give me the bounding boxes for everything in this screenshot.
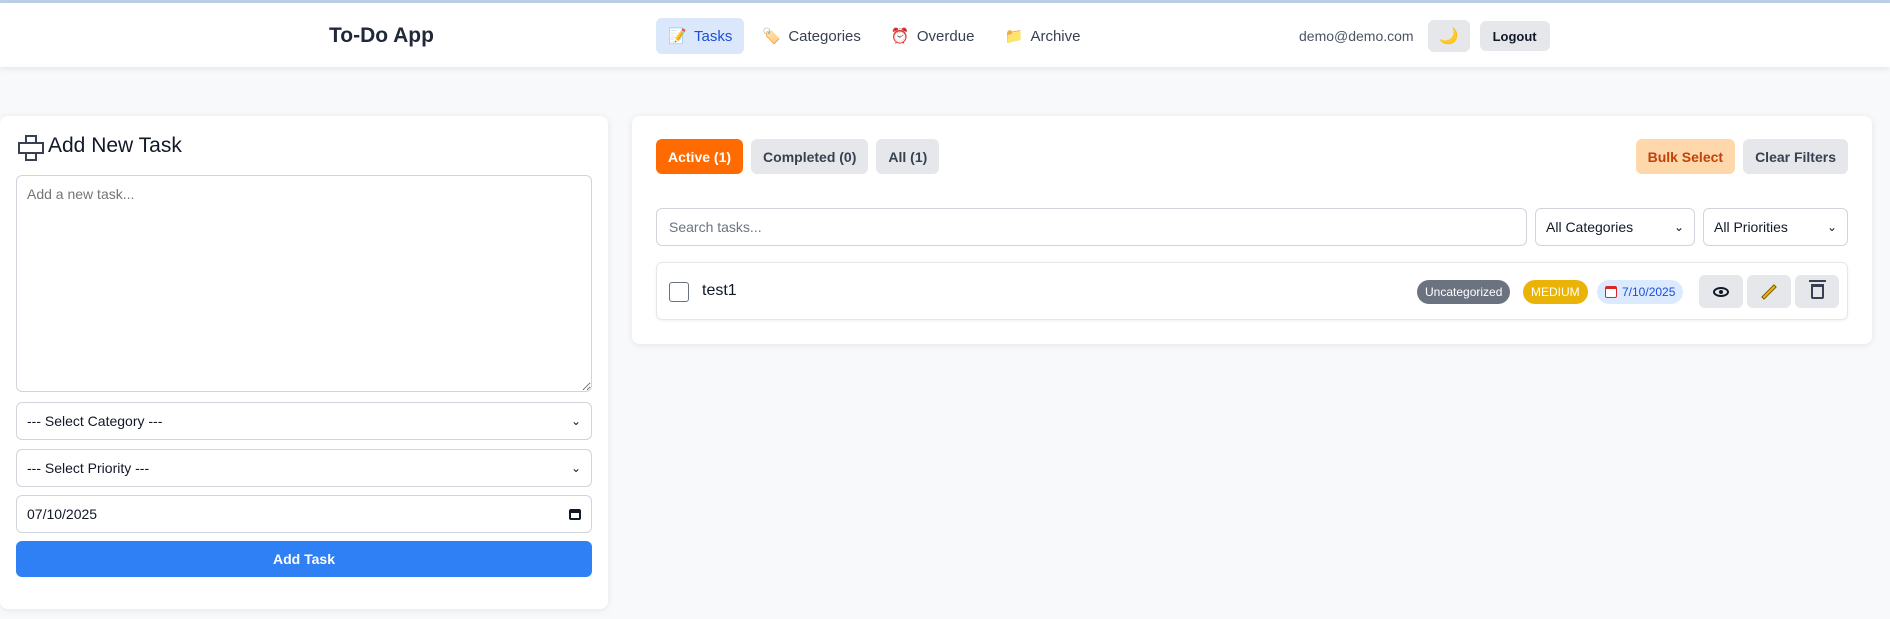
task-title: test1 [702, 282, 737, 299]
folder-icon: 📁 [1004, 28, 1024, 45]
chevron-down-icon: ⌄ [570, 414, 581, 428]
task-status-tabs: Active (1) Completed (0) All (1) [656, 139, 940, 174]
nav-archive-label: Archive [1030, 27, 1081, 45]
eye-icon [1713, 286, 1729, 297]
category-select-value: --- Select Category --- [27, 413, 163, 429]
plus-icon [18, 135, 44, 161]
task-row: test1 Uncategorized MEDIUM 7/10/2025 [656, 262, 1848, 320]
tag-icon: 🏷️ [762, 28, 782, 45]
add-task-card: Add New Task --- Select Category --- ⌄ -… [0, 116, 608, 609]
pencil-icon [1761, 283, 1777, 300]
due-date-badge: 7/10/2025 [1597, 280, 1684, 304]
theme-toggle-button[interactable]: 🌙 [1427, 20, 1470, 52]
moon-icon: 🌙 [1438, 28, 1459, 45]
category-select[interactable]: --- Select Category --- ⌄ [16, 402, 592, 440]
app-header: To-Do App 📝 Tasks 🏷️ Categories ⏰ Overdu… [0, 3, 1890, 67]
delete-task-button[interactable] [1795, 275, 1839, 308]
add-task-heading: Add New Task [18, 134, 182, 161]
view-task-button[interactable] [1699, 275, 1743, 308]
tab-completed[interactable]: Completed (0) [751, 139, 869, 174]
task-list-actions: Bulk Select Clear Filters [1635, 139, 1848, 174]
calendar-icon [1605, 286, 1617, 298]
priority-badge: MEDIUM [1523, 280, 1588, 304]
task-list-card: Active (1) Completed (0) All (1) Bulk Se… [632, 116, 1872, 344]
calendar-icon[interactable] [569, 508, 581, 520]
add-task-title: Add New Task [48, 134, 182, 157]
due-date-text: 7/10/2025 [1622, 285, 1676, 299]
add-task-button[interactable]: Add Task [16, 541, 592, 577]
priority-select-value: --- Select Priority --- [27, 460, 150, 476]
chevron-down-icon: ⌄ [570, 461, 581, 475]
task-checkbox[interactable] [669, 282, 689, 302]
clear-filters-button[interactable]: Clear Filters [1743, 139, 1848, 174]
nav-overdue[interactable]: ⏰ Overdue [879, 18, 987, 54]
nav-tasks-label: Tasks [694, 27, 733, 45]
search-tasks-input[interactable] [656, 208, 1527, 246]
tab-all[interactable]: All (1) [876, 139, 940, 174]
user-email: demo@demo.com [1299, 28, 1414, 44]
new-task-textarea[interactable] [16, 175, 592, 392]
chevron-down-icon: ⌄ [1673, 220, 1684, 234]
due-date-value: 07/10/2025 [27, 506, 98, 522]
trash-icon [1808, 280, 1826, 299]
priority-filter-value: All Priorities [1714, 219, 1788, 235]
priority-select[interactable]: --- Select Priority --- ⌄ [16, 449, 592, 487]
chevron-down-icon: ⌄ [1826, 220, 1837, 234]
notepad-icon: 📝 [668, 28, 687, 45]
nav-categories[interactable]: 🏷️ Categories [750, 18, 873, 54]
category-badge: Uncategorized [1417, 280, 1511, 304]
priority-filter-select[interactable]: All Priorities ⌄ [1703, 208, 1848, 246]
main-navigation: 📝 Tasks 🏷️ Categories ⏰ Overdue 📁 Archiv… [656, 18, 1092, 54]
alarm-clock-icon: ⏰ [890, 28, 910, 45]
logout-button[interactable]: Logout [1479, 21, 1550, 51]
nav-categories-label: Categories [788, 27, 861, 45]
edit-task-button[interactable] [1747, 275, 1791, 308]
nav-archive[interactable]: 📁 Archive [992, 18, 1092, 54]
tab-active[interactable]: Active (1) [656, 139, 744, 174]
user-area: demo@demo.com 🌙 Logout [1299, 20, 1550, 52]
category-filter-value: All Categories [1546, 219, 1634, 235]
category-filter-select[interactable]: All Categories ⌄ [1535, 208, 1695, 246]
nav-tasks[interactable]: 📝 Tasks [656, 18, 745, 54]
nav-overdue-label: Overdue [916, 27, 975, 45]
bulk-select-button[interactable]: Bulk Select [1635, 139, 1736, 174]
due-date-field[interactable]: 07/10/2025 [16, 495, 592, 533]
app-title: To-Do App [329, 24, 434, 47]
